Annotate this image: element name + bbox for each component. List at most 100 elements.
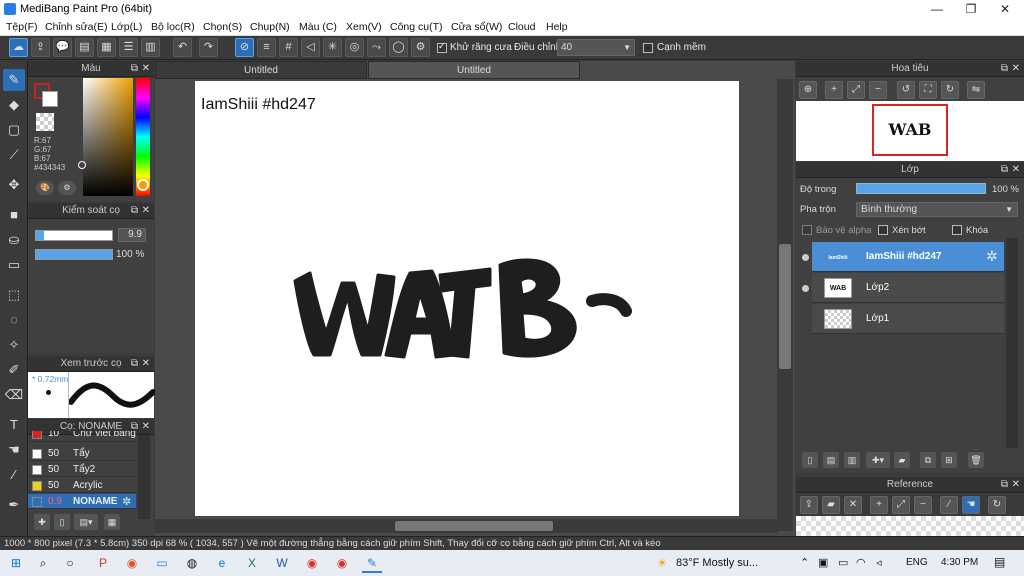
menu-window[interactable]: Cửa sổ(W) — [451, 21, 502, 33]
layer-opacity-slider[interactable] — [856, 183, 986, 194]
float-icon[interactable]: ⧉ — [131, 203, 138, 219]
parallel-snap-icon[interactable]: ≡ — [257, 38, 276, 57]
menu-filter[interactable]: Bộ lọc(R) — [151, 21, 195, 33]
close-reference-icon[interactable]: ✕ — [844, 496, 862, 514]
wifi-icon[interactable]: ◠ — [856, 556, 866, 569]
document-tab[interactable]: Untitled — [155, 61, 367, 79]
close-icon[interactable]: ✕ — [142, 356, 150, 372]
zoom-in-icon[interactable]: + — [870, 496, 888, 514]
comic-panel-icon[interactable]: ▦ — [97, 38, 116, 57]
layer-visibility-eye-icon[interactable] — [802, 254, 809, 261]
sv-cursor[interactable] — [78, 161, 86, 169]
grid-divide-icon[interactable]: ▥ — [141, 38, 160, 57]
reference-view[interactable] — [796, 516, 1024, 536]
smooth-edge-checkbox[interactable] — [643, 43, 653, 53]
bucket-tool-icon[interactable]: ⛀ — [3, 229, 25, 251]
brush-item[interactable]: 50 Acrylic — [28, 478, 136, 493]
blend-mode-select[interactable]: Bình thường ▼ — [856, 202, 1018, 217]
hand-tool-icon[interactable]: ☚ — [3, 439, 25, 461]
layer-row[interactable]: WAB Lớp2 — [812, 273, 1004, 303]
panel-icon[interactable]: ▤ — [75, 38, 94, 57]
saturation-value-picker[interactable] — [83, 78, 133, 196]
brush-opacity-slider[interactable] — [35, 249, 113, 260]
rotate-right-icon[interactable]: ↻ — [941, 81, 959, 99]
list-icon[interactable]: ☰ — [119, 38, 138, 57]
cloud-icon[interactable]: ☁ — [9, 38, 28, 57]
float-icon[interactable]: ⧉ — [131, 356, 138, 372]
volume-icon[interactable]: ◃ — [876, 556, 882, 569]
merge-layer-icon[interactable]: ⊞ — [941, 452, 957, 468]
magic-wand-tool-icon[interactable]: ✧ — [3, 334, 25, 356]
duplicate-layer-icon[interactable]: ⧉ — [920, 452, 936, 468]
brush-item-selected[interactable]: 0.9 NONAME ✲ — [28, 494, 136, 509]
ellipse-snap-icon[interactable]: ◯ — [389, 38, 408, 57]
dropper-icon[interactable]: ⁄ — [940, 496, 958, 514]
circle-snap-icon[interactable]: ◎ — [345, 38, 364, 57]
float-icon[interactable]: ⧉ — [1001, 162, 1008, 178]
menu-tools[interactable]: Công cụ(T) — [390, 21, 443, 33]
navigator-preview[interactable]: WAB — [796, 101, 1024, 161]
brush-item[interactable]: 10 Chữ viết bằng — [28, 431, 136, 442]
notification-icon[interactable]: ▤ — [994, 555, 1005, 569]
powerpoint-icon[interactable]: P — [93, 553, 113, 573]
zoom-out-icon[interactable]: − — [869, 81, 887, 99]
adjust-select[interactable]: 40 ▼ — [557, 39, 635, 56]
close-button[interactable]: ✕ — [988, 0, 1022, 18]
brush-size-value[interactable]: 9.9 — [118, 228, 146, 242]
move-tool-icon[interactable]: ✥ — [3, 174, 25, 196]
horizontal-scroll-thumb[interactable] — [395, 521, 553, 531]
brush-tool-icon[interactable]: ✎ — [3, 69, 25, 91]
menu-edit[interactable]: Chỉnh sửa(E) — [45, 21, 107, 33]
vanishing-snap-icon[interactable]: ◁ — [301, 38, 320, 57]
brush-item[interactable]: 50 Tẩy2 — [28, 462, 136, 477]
close-icon[interactable]: ✕ — [142, 203, 150, 219]
float-icon[interactable]: ⧉ — [131, 61, 138, 77]
dropper-tool-icon[interactable]: ⁄ — [3, 464, 25, 486]
menu-file[interactable]: Tệp(F) — [6, 21, 38, 33]
text-tool-icon[interactable]: T — [3, 414, 25, 436]
antialias-checkbox[interactable] — [437, 41, 447, 53]
close-icon[interactable]: ✕ — [142, 419, 150, 435]
flip-horizontal-icon[interactable]: ⇋ — [967, 81, 985, 99]
drawing-canvas[interactable]: IamShiii #hd247 — [195, 81, 739, 516]
redo-icon[interactable]: ↷ — [199, 38, 218, 57]
curve-snap-icon[interactable]: ⤳ — [367, 38, 386, 57]
add-layer-menu-icon[interactable]: ✚▾ — [866, 452, 890, 468]
float-icon[interactable]: ⧉ — [1001, 477, 1008, 493]
app-icon[interactable]: ◉ — [122, 553, 142, 573]
tray-chevron-icon[interactable]: ⌃ — [800, 556, 809, 569]
new-halftone-layer-icon[interactable]: ▤ — [823, 452, 839, 468]
brush-size-slider[interactable] — [35, 230, 113, 241]
close-icon[interactable]: ✕ — [1012, 477, 1020, 493]
palette-icon[interactable]: 🎨 — [36, 181, 54, 195]
task-view-icon[interactable]: ○ — [60, 553, 80, 573]
zoom-in-icon[interactable]: + — [825, 81, 843, 99]
brush-list-scrollbar[interactable] — [138, 435, 150, 519]
brush-item[interactable]: 50 Tẩy — [28, 446, 136, 461]
windows-start-icon[interactable]: ⊞ — [6, 553, 26, 573]
menu-color[interactable]: Màu (C) — [299, 21, 337, 33]
speech-bubble-icon[interactable]: 💬 — [53, 38, 72, 57]
menu-select[interactable]: Chọn(S) — [203, 21, 242, 33]
select-eraser-tool-icon[interactable]: ⌫ — [3, 384, 25, 406]
weather-text[interactable]: 83°F Mostly su... — [676, 557, 758, 569]
background-color-swatch[interactable] — [42, 91, 58, 107]
clock[interactable]: 4:30 PM — [941, 557, 978, 568]
monitor-icon[interactable]: ▭ — [152, 553, 172, 573]
medibang-taskbar-icon[interactable]: ✎ — [362, 553, 382, 573]
search-icon[interactable]: ⌕ — [33, 553, 53, 573]
language-indicator[interactable]: ENG — [906, 557, 928, 568]
settings-snap-icon[interactable]: ⚙ — [411, 38, 430, 57]
chrome-icon[interactable]: ◉ — [302, 553, 322, 573]
new-layer-icon[interactable]: ▯ — [802, 452, 818, 468]
upload-icon[interactable]: ⇪ — [800, 496, 818, 514]
reset-icon[interactable]: ↻ — [988, 496, 1006, 514]
fill-rect-tool-icon[interactable]: ■ — [3, 204, 25, 226]
lasso-tool-icon[interactable]: ◌ — [3, 309, 25, 331]
fit-window-icon[interactable]: ⤢ — [892, 496, 910, 514]
zoom-out-icon[interactable]: − — [914, 496, 932, 514]
layer-row-selected[interactable]: IamShiii IamShiii #hd247 ✲ — [812, 242, 1004, 272]
lens-icon[interactable]: ◍ — [182, 553, 202, 573]
horizontal-scrollbar[interactable] — [155, 519, 777, 533]
open-folder-icon[interactable]: ▰ — [822, 496, 840, 514]
